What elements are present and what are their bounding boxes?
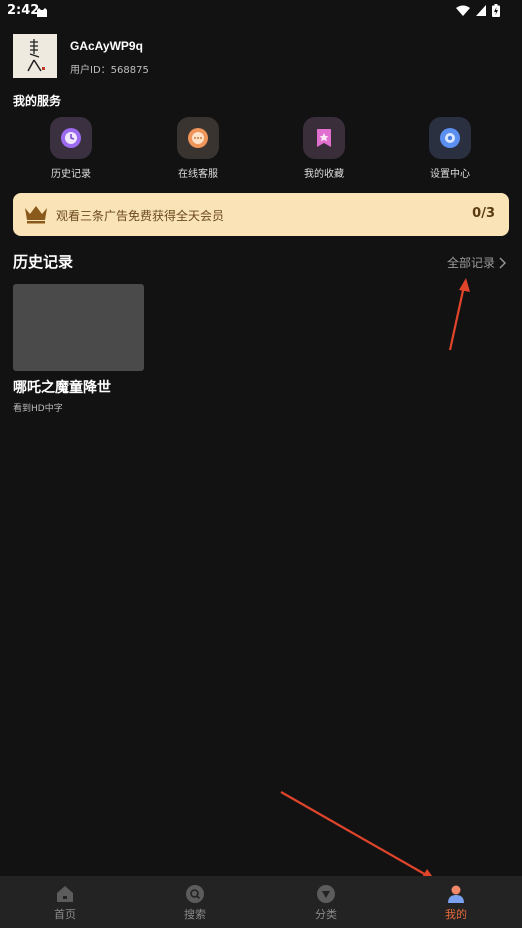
tab-home-label: 首页 [54, 908, 76, 921]
status-bar: 2:42 [0, 0, 522, 22]
service-favorites[interactable]: 我的收藏 [279, 117, 369, 180]
service-favorites-label: 我的收藏 [304, 169, 344, 180]
history-section-title: 历史记录 [13, 253, 74, 271]
chevron-right-icon [499, 257, 506, 268]
vip-ad-banner[interactable]: 观看三条广告免费获得全天会员 0/3 [13, 193, 509, 236]
android-notification-icon [36, 4, 48, 23]
avatar[interactable] [13, 34, 57, 78]
annotation-arrow-view-all [448, 278, 470, 351]
user-id-value: 568875 [110, 65, 149, 76]
chat-icon [177, 117, 219, 159]
signal-icon [476, 5, 486, 16]
services-title: 我的服务 [13, 94, 62, 108]
annotation-arrow-my-tab [280, 791, 435, 880]
services-grid: 历史记录 在线客服 我的收藏 设置中心 [0, 117, 522, 183]
user-id-label: 用户ID： [70, 65, 111, 76]
service-support[interactable]: 在线客服 [153, 117, 243, 180]
service-history[interactable]: 历史记录 [26, 117, 116, 180]
service-settings-label: 设置中心 [430, 169, 470, 180]
service-support-label: 在线客服 [178, 169, 218, 180]
tab-mine-label: 我的 [445, 908, 467, 921]
tab-search[interactable]: 搜索 [130, 876, 260, 928]
username: GAcAyWP9q [70, 39, 143, 53]
tab-search-label: 搜索 [184, 908, 206, 921]
category-icon [316, 884, 336, 904]
crown-icon [24, 204, 48, 228]
view-all-history-label: 全部记录 [446, 256, 495, 270]
history-item-thumbnail[interactable] [13, 284, 144, 371]
history-item[interactable]: 哪吒之魔童降世 看到HD中字 [13, 284, 144, 414]
bottom-tab-bar: 首页 搜索 分类 我的 [0, 876, 522, 928]
home-icon [55, 884, 75, 904]
profile-header[interactable]: GAcAyWP9q 用户ID：568875 [13, 34, 503, 78]
tab-category-label: 分类 [315, 908, 337, 921]
tab-mine[interactable]: 我的 [391, 876, 521, 928]
status-icons [456, 4, 500, 17]
status-time: 2:42 [7, 3, 40, 18]
history-item-title: 哪吒之魔童降世 [13, 380, 111, 396]
service-settings[interactable]: 设置中心 [405, 117, 495, 180]
banner-text: 观看三条广告免费获得全天会员 [56, 209, 225, 223]
search-icon [185, 884, 205, 904]
user-icon [446, 884, 466, 904]
gear-icon [429, 117, 471, 159]
tab-home[interactable]: 首页 [0, 876, 130, 928]
history-item-subtitle: 看到HD中字 [13, 404, 63, 414]
view-all-history-link[interactable]: 全部记录 [447, 254, 507, 271]
service-history-label: 历史记录 [51, 169, 91, 180]
tab-category[interactable]: 分类 [261, 876, 391, 928]
clock-icon [50, 117, 92, 159]
battery-icon [492, 4, 500, 17]
user-id: 用户ID：568875 [70, 61, 149, 76]
banner-progress: 0/3 [472, 206, 495, 221]
wifi-icon [456, 5, 470, 16]
bookmark-star-icon [303, 117, 345, 159]
